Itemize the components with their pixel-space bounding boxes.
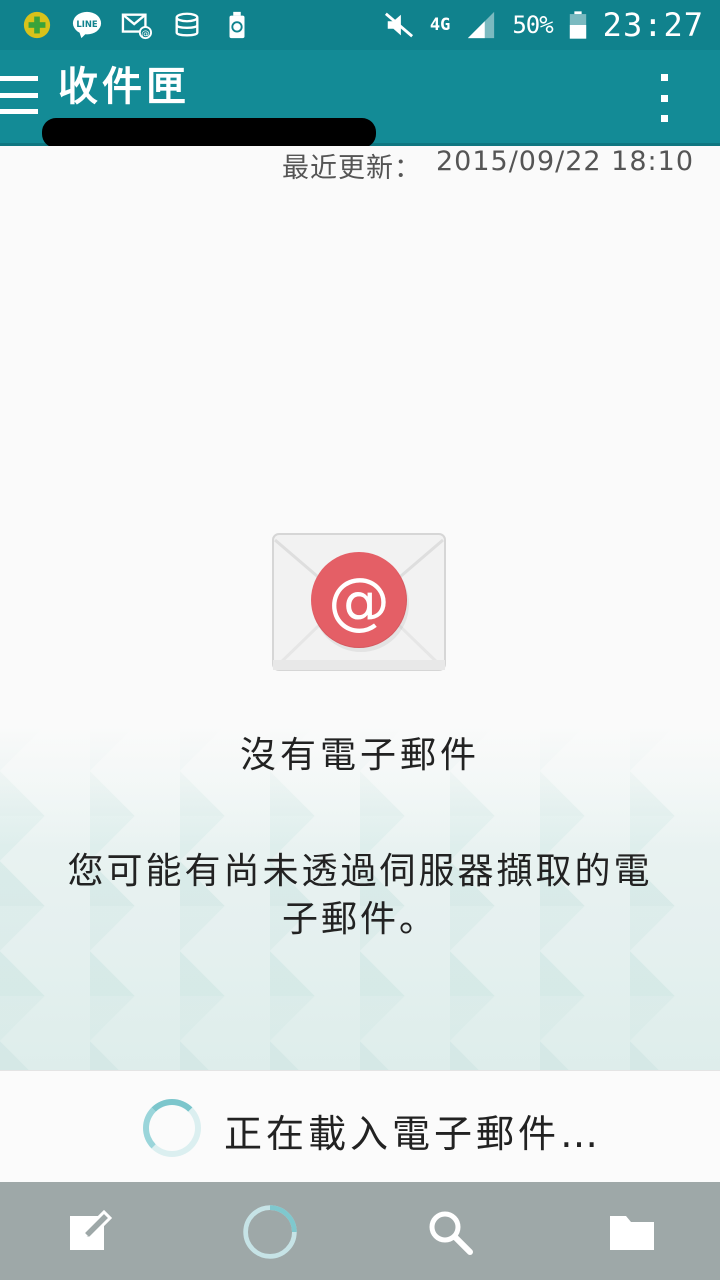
recycle-icon — [220, 10, 254, 40]
empty-state-title: 沒有電子郵件 — [239, 735, 480, 776]
hamburger-icon-bar — [0, 92, 38, 98]
battery-icon — [567, 10, 589, 40]
compose-icon — [70, 1209, 113, 1250]
svg-text:LINE: LINE — [76, 19, 98, 29]
mail-list-area[interactable]: 最近更新： 2015/09/22 18:10 @ 沒有電子郵件 您可能有尚未透過… — [0, 146, 720, 1070]
loading-row: 正在載入電子郵件… — [0, 1070, 720, 1182]
mail-at-icon: @ — [120, 10, 154, 40]
database-icon — [170, 10, 204, 40]
compose-button[interactable] — [62, 1204, 118, 1260]
menu-button[interactable] — [0, 72, 40, 118]
search-button[interactable] — [422, 1204, 478, 1260]
refresh-icon — [243, 1205, 297, 1259]
svg-text:@: @ — [141, 28, 149, 38]
status-left-icons: LINE @ — [20, 10, 254, 40]
battery-percent: 50% — [512, 11, 553, 39]
last-updated-value: 2015/09/22 18:10 — [435, 146, 694, 177]
last-updated-label: 最近更新： — [281, 153, 422, 184]
app-bar: 收件匣 — [0, 50, 720, 148]
signal-icon — [464, 10, 498, 40]
hamburger-icon-bar — [0, 76, 38, 81]
overflow-menu-button[interactable] — [654, 74, 674, 122]
empty-state-description: 您可能有尚未透過伺服器擷取的電子郵件。 — [67, 851, 653, 940]
refresh-button[interactable] — [238, 1200, 302, 1264]
plus-badge-icon — [20, 10, 54, 40]
line-icon: LINE — [70, 10, 104, 40]
status-bar: LINE @ 4G 50% 23:27 — [0, 0, 720, 50]
dot-icon — [660, 74, 668, 81]
loading-text: 正在載入電子郵件… — [224, 1112, 603, 1156]
mute-icon — [382, 10, 416, 40]
folders-button[interactable] — [604, 1204, 660, 1260]
bottom-toolbar — [0, 1182, 720, 1280]
folder-icon — [610, 1216, 654, 1250]
loading-spinner-icon — [143, 1099, 201, 1157]
dot-icon — [660, 115, 668, 122]
dot-icon — [660, 94, 668, 102]
clock: 23:27 — [602, 6, 704, 44]
hamburger-icon-bar — [0, 109, 38, 114]
svg-text:@: @ — [328, 564, 390, 637]
status-right-indicators: 4G 50% 23:27 — [382, 6, 704, 44]
search-icon — [429, 1211, 473, 1255]
envelope-at-icon: @ — [271, 532, 447, 672]
redacted-account — [42, 118, 376, 148]
last-updated: 最近更新： 2015/09/22 18:10 — [282, 146, 694, 185]
page-title: 收件匣 — [58, 64, 190, 110]
network-type: 4G — [429, 15, 451, 35]
